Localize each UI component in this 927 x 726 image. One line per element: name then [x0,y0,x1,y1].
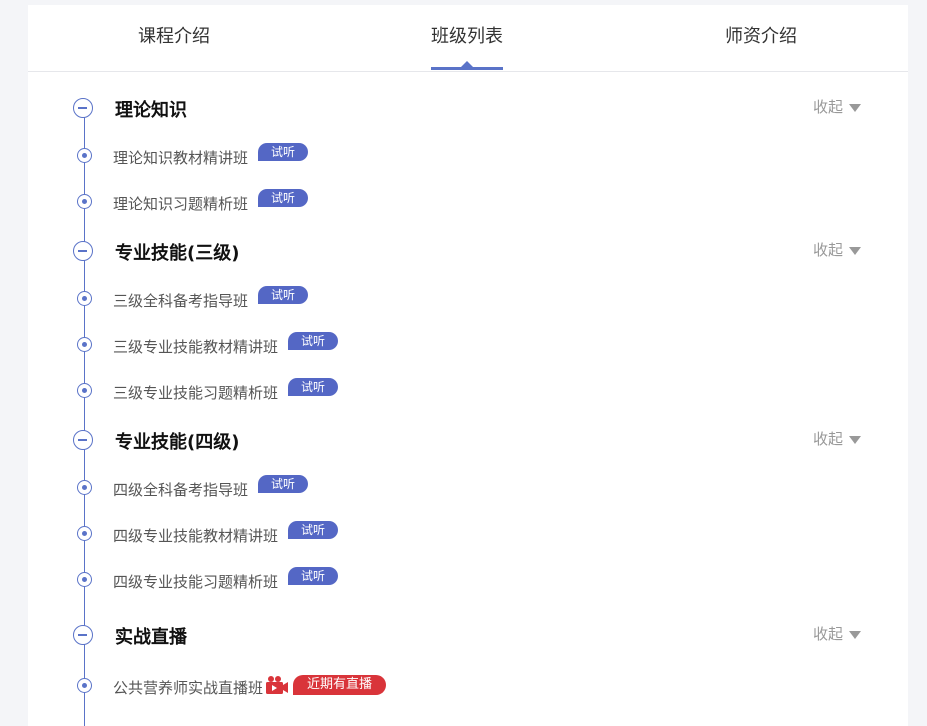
section-collapse-minus-icon[interactable] [73,430,93,450]
collapse-toggle[interactable]: 收起 [813,625,862,643]
triangle-down-icon [849,246,862,255]
tab-bar: 课程介绍 班级列表 师资介绍 [28,5,908,72]
triangle-down-icon [849,435,862,444]
timeline-dot-icon [77,194,92,209]
class-item[interactable]: 三级全科备考指导班 试听 [113,286,309,311]
class-item[interactable]: 理论知识习题精析班 试听 [113,189,309,214]
collapse-toggle[interactable]: 收起 [813,430,862,448]
timeline-dot-icon [77,678,92,693]
trial-badge[interactable]: 试听 [258,286,309,304]
timeline-dot-icon [77,383,92,398]
class-item[interactable]: 公共营养师实战直播班 近期有直播 [113,675,387,698]
section-title: 理论知识 [115,100,187,121]
collapse-toggle[interactable]: 收起 [813,98,862,116]
triangle-down-icon [849,103,862,112]
section-collapse-minus-icon[interactable] [73,241,93,261]
collapse-label: 收起 [813,430,844,448]
trial-badge[interactable]: 试听 [288,567,339,585]
trial-badge[interactable]: 试听 [258,475,309,493]
tab-teacher-intro[interactable]: 师资介绍 [725,26,797,48]
class-name: 理论知识教材精讲班 [113,149,249,167]
triangle-down-icon [849,630,862,639]
timeline-dot-icon [77,480,92,495]
trial-badge[interactable]: 试听 [258,189,309,207]
class-name: 四级专业技能习题精析班 [113,573,279,591]
class-name: 三级专业技能教材精讲班 [113,338,279,356]
class-item[interactable]: 四级专业技能教材精讲班 试听 [113,521,339,546]
class-item[interactable]: 四级全科备考指导班 试听 [113,475,309,500]
timeline-dot-icon [77,291,92,306]
tab-class-list[interactable]: 班级列表 [431,26,503,48]
active-tab-indicator [431,67,503,70]
trial-badge[interactable]: 试听 [288,521,339,539]
timeline-dot-icon [77,148,92,163]
class-item[interactable]: 理论知识教材精讲班 试听 [113,143,309,168]
class-name: 公共营养师实战直播班 [113,679,264,697]
trial-badge[interactable]: 试听 [258,143,309,161]
section-collapse-minus-icon[interactable] [73,98,93,118]
trial-badge[interactable]: 试听 [288,378,339,396]
class-name: 四级专业技能教材精讲班 [113,527,279,545]
class-name: 理论知识习题精析班 [113,195,249,213]
active-tab-caret-icon [461,61,473,67]
collapse-label: 收起 [813,98,844,116]
timeline-dot-icon [77,337,92,352]
class-name: 三级全科备考指导班 [113,292,249,310]
timeline-dot-icon [77,572,92,587]
section-title: 实战直播 [115,627,187,648]
collapse-label: 收起 [813,241,844,259]
section-title: 专业技能(三级) [115,243,240,264]
class-item[interactable]: 四级专业技能习题精析班 试听 [113,567,339,592]
class-name: 四级全科备考指导班 [113,481,249,499]
collapse-label: 收起 [813,625,844,643]
collapse-toggle[interactable]: 收起 [813,241,862,259]
tab-course-intro[interactable]: 课程介绍 [138,26,210,48]
video-camera-icon [266,676,289,694]
section-collapse-minus-icon[interactable] [73,625,93,645]
timeline-dot-icon [77,526,92,541]
trial-badge[interactable]: 试听 [288,332,339,350]
section-title: 专业技能(四级) [115,432,240,453]
class-item[interactable]: 三级专业技能习题精析班 试听 [113,378,339,403]
live-badge[interactable]: 近期有直播 [293,675,387,695]
course-panel: 课程介绍 班级列表 师资介绍 理论知识 收起 理论知识教材精讲班 试听 理论知识习… [28,5,908,726]
class-item[interactable]: 三级专业技能教材精讲班 试听 [113,332,339,357]
class-name: 三级专业技能习题精析班 [113,384,279,402]
